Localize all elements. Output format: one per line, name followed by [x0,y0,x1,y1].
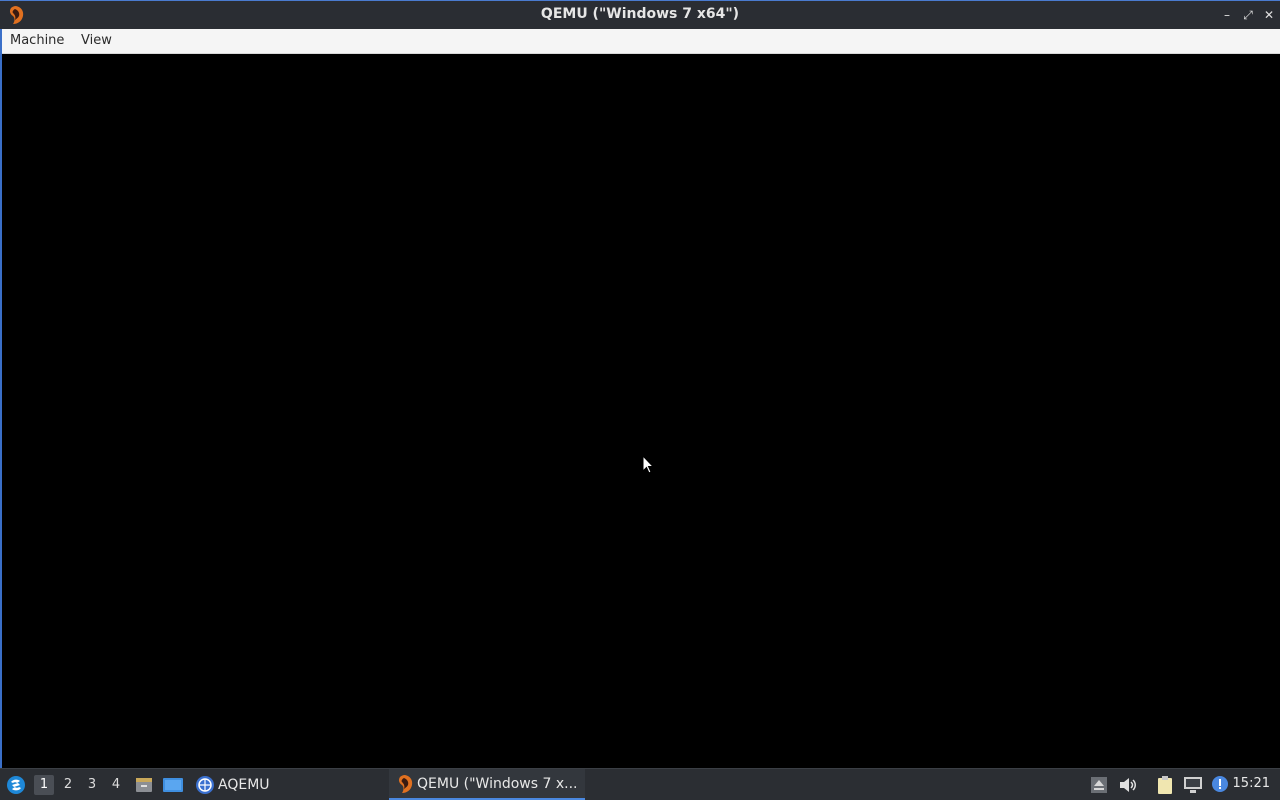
minimize-button[interactable]: – [1220,7,1234,23]
maximize-button[interactable]: ⤢ [1241,7,1255,23]
aqemu-icon[interactable] [195,775,215,795]
taskbar-item-label: QEMU ("Windows 7 x... [417,776,578,792]
desktop-4-button[interactable]: 4 [106,775,126,795]
network-icon[interactable] [1182,775,1204,795]
file-manager-icon[interactable] [134,775,154,795]
notification-icon[interactable] [1210,775,1230,795]
eject-icon[interactable] [1090,776,1108,794]
menu-bar: Machine View [0,29,1280,54]
qemu-icon [398,775,413,793]
taskbar-item-qemu[interactable]: QEMU ("Windows 7 x... [389,769,585,800]
clipboard-icon[interactable] [1156,775,1174,795]
mouse-cursor-icon [642,455,654,474]
desktop-2-button[interactable]: 2 [58,775,78,795]
volume-icon[interactable] [1118,776,1138,794]
menu-view[interactable]: View [81,33,112,48]
start-menu-icon[interactable] [6,775,26,795]
window-titlebar[interactable]: QEMU ("Windows 7 x64") – ⤢ ✕ [0,0,1280,29]
close-button[interactable]: ✕ [1262,7,1276,23]
desktop-1-button[interactable]: 1 [34,775,54,795]
vm-display[interactable] [2,54,1280,768]
desktop-3-button[interactable]: 3 [82,775,102,795]
qemu-window: QEMU ("Windows 7 x64") – ⤢ ✕ Machine Vie… [0,0,1280,768]
desktop-icon[interactable] [162,775,184,795]
clock[interactable]: 15:21 [1233,776,1270,791]
window-title: QEMU ("Windows 7 x64") [540,6,740,22]
menu-machine[interactable]: Machine [10,33,64,48]
aqemu-launcher-label[interactable]: AQEMU [218,777,270,793]
taskbar: 1 2 3 4 AQEMU QEMU ("Windows 7 x... 15:2… [0,768,1280,800]
